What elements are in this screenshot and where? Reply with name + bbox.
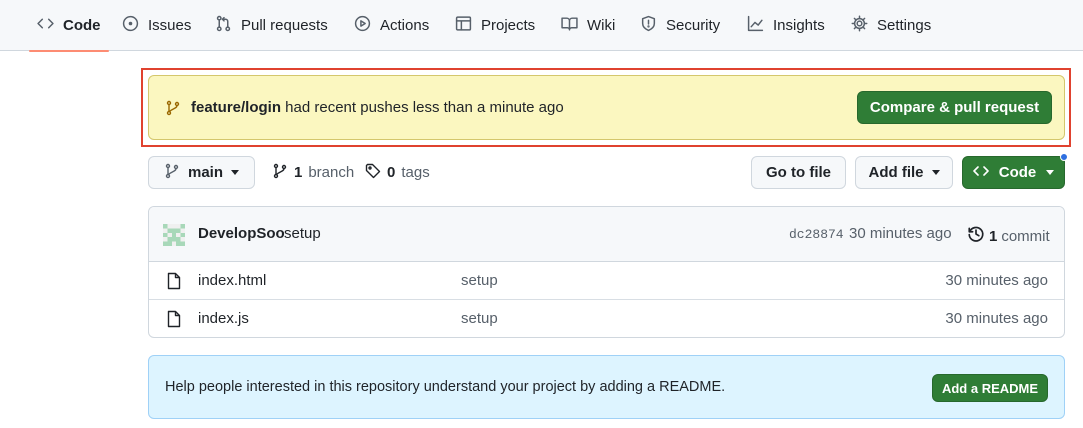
history-icon <box>967 225 985 247</box>
branches-link[interactable]: 1 branch <box>272 156 354 189</box>
tab-actions[interactable]: Actions <box>354 0 429 51</box>
file-name[interactable]: index.html <box>198 272 266 289</box>
compare-pull-request-button[interactable]: Compare & pull request <box>857 91 1052 124</box>
git-branch-icon <box>272 163 288 183</box>
avatar[interactable] <box>163 224 185 246</box>
readme-prompt: Help people interested in this repositor… <box>148 355 1065 419</box>
tab-projects[interactable]: Projects <box>455 0 535 51</box>
push-text: had recent pushes less than a minute ago <box>281 99 564 116</box>
caret-down-icon <box>231 170 239 175</box>
code-dropdown-button[interactable]: Code <box>962 156 1065 189</box>
go-to-file-button[interactable]: Go to file <box>751 156 846 189</box>
commit-count: 1 <box>989 227 998 245</box>
tag-count: 0 <box>387 164 396 181</box>
add-readme-button[interactable]: Add a README <box>932 374 1048 402</box>
branch-name[interactable]: feature/login <box>191 99 281 116</box>
tab-issues[interactable]: Issues <box>122 0 191 51</box>
gear-icon <box>851 15 868 36</box>
tab-settings[interactable]: Settings <box>851 0 931 51</box>
tag-count-label: tags <box>401 164 430 181</box>
pull-request-icon <box>215 15 232 36</box>
table-row[interactable]: index.html setup 30 minutes ago <box>149 262 1064 300</box>
branch-select-label: main <box>187 164 223 181</box>
tab-label: Projects <box>481 17 536 34</box>
code-icon <box>972 163 989 183</box>
file-commit-message[interactable]: setup <box>461 310 498 327</box>
file-name[interactable]: index.js <box>198 310 249 327</box>
branch-select-button[interactable]: main <box>148 156 255 189</box>
file-commit-time: 30 minutes ago <box>945 310 1048 327</box>
tab-label: Security <box>666 17 721 34</box>
code-button-label: Code <box>998 164 1037 181</box>
commit-author[interactable]: DevelopSoo <box>198 225 285 242</box>
issue-icon <box>122 15 139 36</box>
git-branch-icon <box>165 100 181 116</box>
commit-message[interactable]: setup <box>284 225 321 242</box>
tab-code[interactable]: Code <box>29 0 108 52</box>
git-branch-icon <box>164 163 180 183</box>
tab-wiki[interactable]: Wiki <box>561 0 615 51</box>
graph-icon <box>747 15 764 36</box>
tag-icon <box>365 163 381 183</box>
add-file-button[interactable]: Add file <box>855 156 953 189</box>
add-file-label: Add file <box>868 164 924 181</box>
tab-label: Settings <box>877 17 932 34</box>
tab-security[interactable]: Security <box>640 0 720 51</box>
branch-count-label: branch <box>308 164 355 181</box>
tab-label: Actions <box>380 17 430 34</box>
repo-nav: Code Issues Pull requests Actions Projec… <box>0 0 1083 52</box>
tab-label: Issues <box>148 17 192 34</box>
commit-time: 30 minutes ago <box>849 225 952 242</box>
commit-count-label: commit <box>1001 227 1050 245</box>
tab-pull-requests[interactable]: Pull requests <box>215 0 328 51</box>
table-row[interactable]: index.js setup 30 minutes ago <box>149 300 1064 337</box>
tab-label: Insights <box>773 17 825 34</box>
notification-dot <box>1060 153 1068 161</box>
caret-down-icon <box>1046 170 1055 175</box>
play-icon <box>354 15 371 36</box>
readme-message: Help people interested in this repositor… <box>165 379 726 395</box>
file-icon <box>166 272 182 290</box>
tab-insights[interactable]: Insights <box>747 0 825 51</box>
shield-icon <box>640 15 657 36</box>
tab-label: Pull requests <box>241 17 328 34</box>
tab-label: Code <box>63 17 101 34</box>
table-icon <box>455 15 472 36</box>
recent-push-message: feature/login had recent pushes less tha… <box>191 99 564 116</box>
book-icon <box>561 15 578 36</box>
file-table: DevelopSoo setup dc28874 30 minutes ago … <box>148 206 1065 338</box>
tab-label: Wiki <box>587 17 616 34</box>
code-icon <box>37 15 54 36</box>
commit-history-link[interactable]: 1 commit <box>967 225 1050 247</box>
latest-commit-row: DevelopSoo setup dc28874 30 minutes ago … <box>149 207 1064 262</box>
caret-down-icon <box>931 170 940 175</box>
file-commit-message[interactable]: setup <box>461 272 498 289</box>
file-commit-time: 30 minutes ago <box>945 272 1048 289</box>
branch-count: 1 <box>294 164 303 181</box>
tags-link[interactable]: 0 tags <box>365 156 430 189</box>
commit-hash[interactable]: dc28874 <box>789 227 844 242</box>
file-icon <box>166 310 182 328</box>
